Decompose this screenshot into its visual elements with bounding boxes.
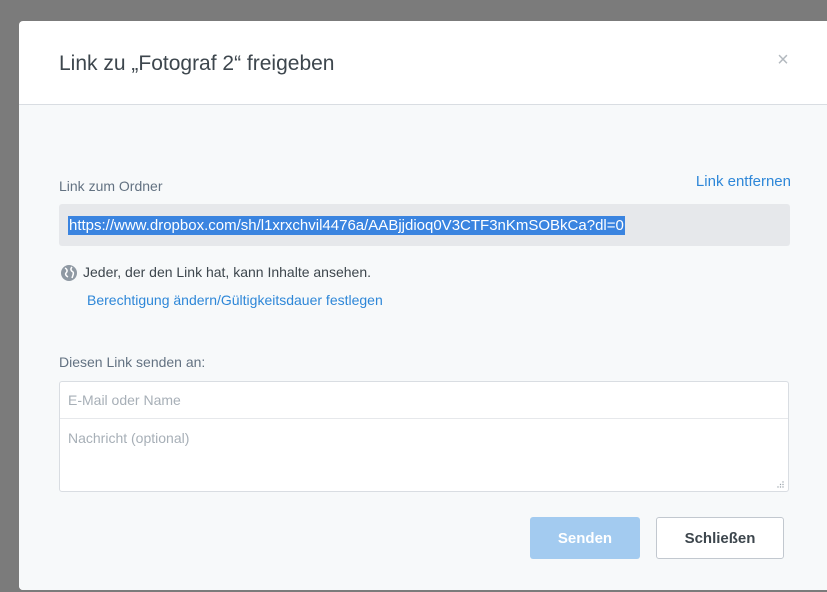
- send-link-label: Diesen Link senden an:: [59, 354, 206, 370]
- close-icon[interactable]: ×: [771, 48, 795, 72]
- share-url-field[interactable]: https://www.dropbox.com/sh/l1xrxchvil447…: [59, 204, 790, 246]
- resize-handle-icon[interactable]: [777, 481, 784, 488]
- globe-icon: [61, 265, 77, 281]
- send-button[interactable]: Senden: [530, 517, 640, 559]
- change-permissions-link[interactable]: Berechtigung ändern/Gültigkeitsdauer fes…: [87, 292, 383, 308]
- remove-link-button[interactable]: Link entfernen: [696, 173, 791, 190]
- send-form: [59, 381, 789, 492]
- close-button[interactable]: Schließen: [656, 517, 784, 559]
- share-link-dialog: Link zu „Fotograf 2“ freigeben × Link zu…: [19, 21, 827, 590]
- dialog-header: Link zu „Fotograf 2“ freigeben ×: [19, 21, 827, 105]
- email-input[interactable]: [60, 382, 788, 419]
- folder-link-label: Link zum Ordner: [59, 178, 163, 194]
- dialog-body: Link zum Ordner Link entfernen https://w…: [19, 105, 827, 590]
- share-url-text[interactable]: https://www.dropbox.com/sh/l1xrxchvil447…: [68, 216, 625, 235]
- dialog-title: Link zu „Fotograf 2“ freigeben: [59, 52, 335, 75]
- access-description: Jeder, der den Link hat, kann Inhalte an…: [83, 264, 371, 280]
- message-textarea[interactable]: [60, 419, 788, 491]
